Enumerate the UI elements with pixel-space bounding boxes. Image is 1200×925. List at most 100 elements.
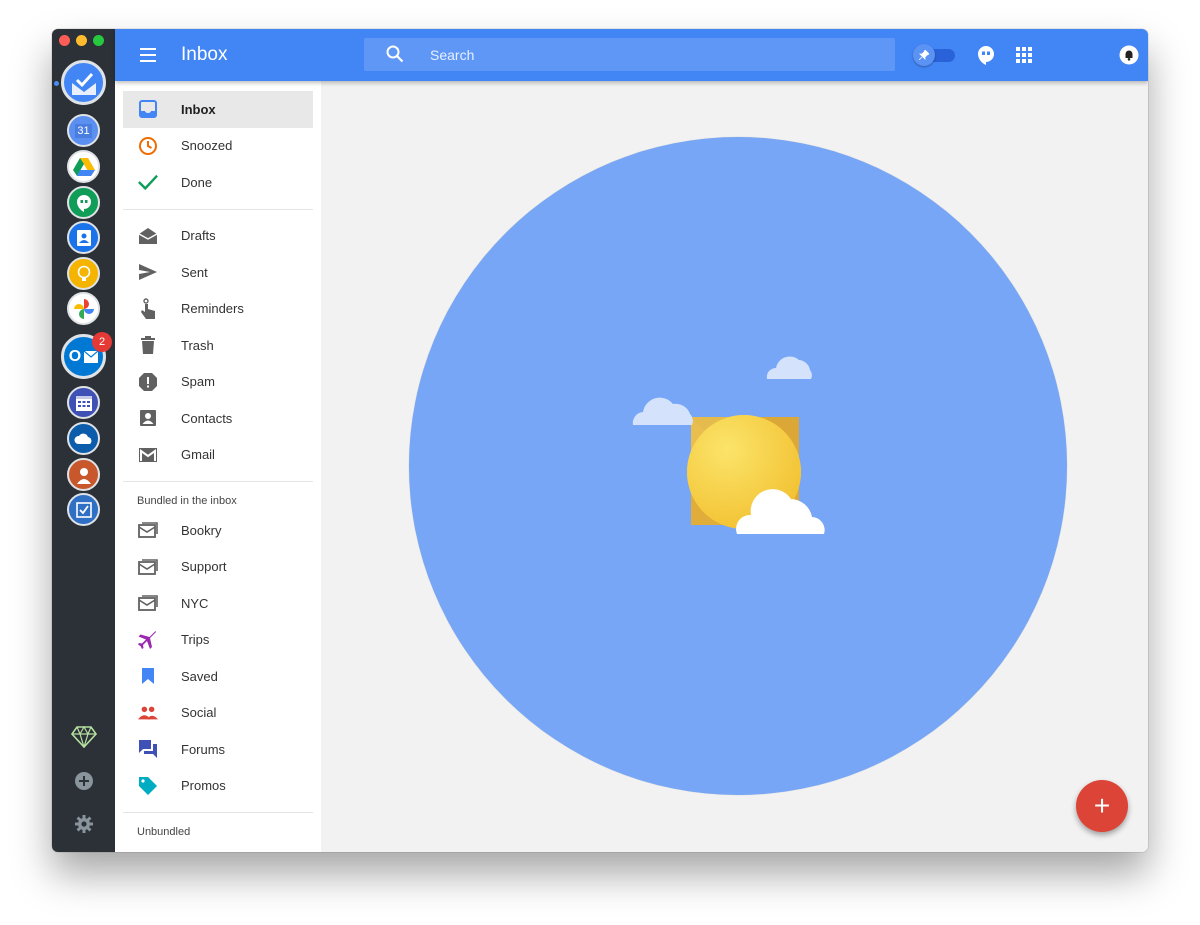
nav-item-inbox[interactable]: Inbox bbox=[123, 91, 313, 128]
pin-toggle[interactable] bbox=[913, 44, 957, 66]
nav-item-label: Reminders bbox=[181, 301, 244, 317]
clock-icon bbox=[138, 136, 158, 156]
hangouts-icon[interactable] bbox=[976, 45, 996, 65]
nav-item-label: Spam bbox=[181, 374, 215, 390]
bundle-icon bbox=[138, 593, 158, 613]
bundle-icon bbox=[138, 520, 158, 540]
onedrive-app-icon[interactable] bbox=[67, 422, 100, 455]
pale-cloud-left bbox=[632, 397, 693, 425]
nav-item-snoozed[interactable]: Snoozed bbox=[123, 128, 313, 165]
checkmark-icon bbox=[138, 172, 158, 192]
nav-item-label: Drafts bbox=[181, 228, 216, 244]
active-app-indicator bbox=[54, 81, 59, 86]
zoom-window-button[interactable] bbox=[93, 35, 104, 46]
bundle-icon bbox=[138, 557, 158, 577]
drive-app-icon[interactable] bbox=[67, 150, 100, 183]
nav-item-trips[interactable]: Trips bbox=[123, 622, 313, 659]
window-controls bbox=[59, 35, 104, 46]
nav-item-label: Promos bbox=[181, 778, 226, 794]
spam-icon bbox=[138, 372, 158, 392]
keep-app-icon[interactable] bbox=[67, 257, 100, 290]
nav-item-label: Social bbox=[181, 705, 217, 721]
people-app-icon[interactable] bbox=[67, 458, 100, 491]
nav-item-bookry[interactable]: Bookry bbox=[123, 512, 313, 549]
contacts-app-icon[interactable] bbox=[67, 221, 100, 254]
search-icon bbox=[386, 45, 404, 63]
todo-app-icon[interactable] bbox=[67, 493, 100, 526]
nav-item-contacts[interactable]: Contacts bbox=[123, 400, 313, 437]
unbundled-section-header: Unbundled bbox=[137, 826, 191, 838]
nav-item-label: NYC bbox=[181, 595, 209, 611]
nav-divider bbox=[123, 208, 313, 210]
inbox-zero-sun-illustration bbox=[632, 356, 825, 534]
nav-item-label: Trips bbox=[181, 632, 210, 648]
nav-divider bbox=[123, 812, 313, 813]
calendar-app-icon[interactable]: 31 bbox=[67, 114, 100, 147]
nav-item-promos[interactable]: Promos bbox=[123, 768, 313, 805]
drafts-icon bbox=[138, 226, 158, 246]
nav-item-label: Done bbox=[181, 174, 213, 190]
inbox-app-icon[interactable] bbox=[61, 60, 106, 105]
search-input[interactable] bbox=[430, 45, 870, 65]
nav-item-sent[interactable]: Sent bbox=[123, 254, 313, 291]
notifications-icon[interactable] bbox=[1119, 45, 1139, 65]
app-dock: 31 O 2 bbox=[52, 29, 115, 852]
nav-item-forums[interactable]: Forums bbox=[123, 731, 313, 768]
minimize-window-button[interactable] bbox=[76, 35, 87, 46]
close-window-button[interactable] bbox=[59, 35, 70, 46]
nav-item-support[interactable]: Support bbox=[123, 549, 313, 586]
nav-item-label: Forums bbox=[181, 741, 226, 757]
plane-icon bbox=[138, 630, 158, 650]
pin-toggle-icon bbox=[913, 44, 935, 66]
nav-item-label: Sent bbox=[181, 264, 208, 280]
nav-item-nyc[interactable]: NYC bbox=[123, 585, 313, 622]
nav-item-label: Contacts bbox=[181, 410, 233, 426]
navigation-drawer: Inbox Snoozed Done Drafts Sent Reminders… bbox=[115, 81, 321, 852]
nav-divider bbox=[123, 481, 313, 482]
promos-icon bbox=[138, 776, 158, 796]
compose-fab-button[interactable]: + bbox=[1076, 780, 1128, 832]
nav-item-label: Gmail bbox=[181, 447, 215, 463]
nav-item-label: Trash bbox=[181, 337, 214, 353]
gmail-icon bbox=[138, 445, 158, 465]
outlook-letter: O bbox=[68, 347, 82, 365]
nav-item-social[interactable]: Social bbox=[123, 695, 313, 732]
nav-item-label: Bookry bbox=[181, 522, 222, 538]
add-app-icon[interactable] bbox=[70, 767, 98, 795]
photos-app-icon[interactable] bbox=[67, 292, 100, 325]
bookmark-icon bbox=[138, 666, 158, 686]
nav-item-label: Inbox bbox=[181, 101, 216, 117]
hamburger-menu-icon[interactable] bbox=[137, 44, 159, 66]
nav-item-drafts[interactable]: Drafts bbox=[123, 218, 313, 255]
social-icon bbox=[138, 703, 158, 723]
search-bar[interactable] bbox=[364, 38, 895, 71]
nav-item-spam[interactable]: Spam bbox=[123, 364, 313, 401]
nav-item-label: Saved bbox=[181, 668, 218, 684]
contacts-icon bbox=[138, 408, 158, 428]
app-window: 31 O 2 Inbox Search Inbox Snoozed Done D… bbox=[52, 29, 1148, 852]
hangouts-app-icon[interactable] bbox=[67, 186, 100, 219]
nav-item-label: Snoozed bbox=[181, 138, 233, 154]
trash-icon bbox=[138, 335, 158, 355]
nav-item-reminders[interactable]: Reminders bbox=[123, 291, 313, 328]
sketch-icon[interactable] bbox=[70, 723, 98, 751]
calendar-date-label: 31 bbox=[75, 123, 92, 138]
nav-item-saved[interactable]: Saved bbox=[123, 658, 313, 695]
pale-cloud-right bbox=[766, 356, 812, 379]
inbox-icon bbox=[138, 99, 158, 119]
apps-grid-icon[interactable] bbox=[1014, 45, 1034, 65]
top-app-bar: Inbox bbox=[115, 29, 1148, 81]
nav-item-label: Support bbox=[181, 559, 227, 575]
reminder-icon bbox=[138, 298, 158, 319]
outlook-unread-badge: 2 bbox=[92, 332, 112, 352]
bundled-section-header: Bundled in the inbox bbox=[137, 495, 237, 507]
nav-item-gmail[interactable]: Gmail bbox=[123, 437, 313, 474]
page-title: Inbox bbox=[181, 44, 228, 65]
outlook-calendar-app-icon[interactable] bbox=[67, 386, 100, 419]
inbox-content-area: + bbox=[321, 81, 1148, 852]
nav-item-done[interactable]: Done bbox=[123, 164, 313, 201]
forums-icon bbox=[138, 739, 158, 759]
nav-item-trash[interactable]: Trash bbox=[123, 327, 313, 364]
send-icon bbox=[138, 262, 158, 282]
settings-icon[interactable] bbox=[70, 810, 98, 838]
